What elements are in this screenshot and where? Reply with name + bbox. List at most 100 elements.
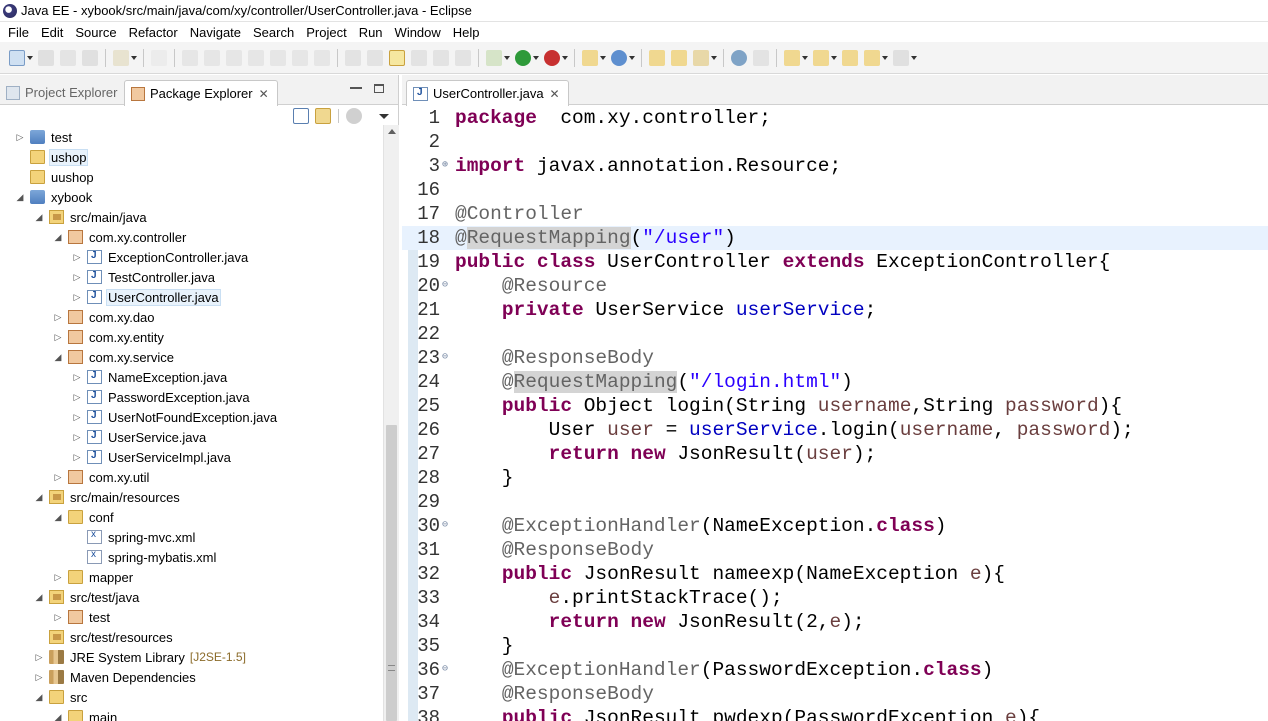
code-line[interactable]: 1 package com.xy.controller; [402,106,1268,130]
close-icon[interactable]: ✕ [550,87,560,101]
code-line[interactable]: 24 @RequestMapping("/login.html") [402,370,1268,394]
scroll-up-icon[interactable] [388,129,396,134]
open-task-icon[interactable] [671,49,687,66]
format-icon[interactable] [345,49,361,66]
code-line[interactable]: 30 ⊖ @ExceptionHandler(NameException.clas… [402,514,1268,538]
code-line[interactable]: 32 public JsonResult nameexp(NameExcepti… [402,562,1268,586]
close-icon[interactable]: ✕ [259,87,269,101]
menu-edit[interactable]: Edit [35,25,69,40]
print-icon[interactable] [82,49,98,66]
open-type-icon[interactable] [367,49,383,66]
tree-item[interactable]: ▷ mapper [52,567,135,587]
external-tools-icon[interactable] [544,49,560,66]
collapsed-twisty-icon[interactable]: ▷ [14,131,26,143]
menu-file[interactable]: File [2,25,35,40]
step-over-icon[interactable] [292,49,308,66]
block-selection-icon[interactable] [433,49,449,66]
previous-annotation-dropdown-icon[interactable] [831,55,837,60]
run-icon[interactable] [515,49,531,66]
menu-refactor[interactable]: Refactor [123,25,184,40]
run-dropdown-icon[interactable] [533,55,539,60]
menu-project[interactable]: Project [300,25,352,40]
search-icon[interactable] [693,49,709,66]
mark-occurrences-icon[interactable] [389,49,405,66]
tree-item[interactable]: ▷ Maven Dependencies [33,667,198,687]
code-line[interactable]: 16 [402,178,1268,202]
brush-dropdown-icon[interactable] [131,55,137,60]
code-line[interactable]: 21 private UserService userService; [402,298,1268,322]
menu-source[interactable]: Source [69,25,122,40]
collapsed-twisty-icon[interactable]: ▷ [71,391,83,403]
tree-item[interactable]: ▷ UserService.java [71,427,208,447]
new-class-icon[interactable] [611,49,627,66]
skip-breakpoints-icon[interactable] [151,49,167,66]
debug-dropdown-icon[interactable] [504,55,510,60]
expanded-twisty-icon[interactable]: ◢ [52,511,64,523]
fold-collapse-icon[interactable]: ⊖ [442,353,451,363]
next-annotation-icon[interactable] [784,49,800,66]
next-annotation-dropdown-icon[interactable] [802,55,808,60]
menu-help[interactable]: Help [447,25,486,40]
tree-item[interactable]: ▷ ExceptionController.java [71,247,250,267]
code-line[interactable]: 3 ⊕ import javax.annotation.Resource; [402,154,1268,178]
tree-item[interactable]: ▷ TestController.java [71,267,217,287]
tree-item[interactable]: ◢ src/test/java [33,587,141,607]
new-java-project-icon[interactable] [582,49,598,66]
resume-icon[interactable] [182,49,198,66]
terminate-icon[interactable] [226,49,242,66]
code-line[interactable]: 26 User user = userService.login(usernam… [402,418,1268,442]
collapsed-twisty-icon[interactable]: ▷ [71,371,83,383]
view-menu-icon[interactable] [379,113,389,119]
new-java-project-dropdown-icon[interactable] [600,55,606,60]
tree-item[interactable]: ▷ com.xy.entity [52,327,166,347]
tree-item[interactable]: ▷ test [14,127,74,147]
code-line[interactable]: 28 } [402,466,1268,490]
tree-item[interactable]: ▷ PasswordException.java [71,387,252,407]
collapsed-twisty-icon[interactable]: ▷ [52,611,64,623]
collapsed-twisty-icon[interactable]: ▷ [33,651,45,663]
tab-package-explorer[interactable]: Package Explorer ✕ [124,80,278,106]
code-line[interactable]: 37 @ResponseBody [402,682,1268,706]
code-line[interactable]: 18 @RequestMapping("/user") [402,226,1268,250]
disconnect-icon[interactable] [248,49,264,66]
back-icon[interactable] [864,49,880,66]
code-line[interactable]: 31 @ResponseBody [402,538,1268,562]
fold-collapse-icon[interactable]: ⊖ [442,665,451,675]
collapsed-twisty-icon[interactable]: ▷ [71,451,83,463]
show-whitespace-icon[interactable] [411,49,427,66]
maximize-icon[interactable] [374,84,384,93]
minimize-icon[interactable] [350,87,362,89]
forward-icon[interactable] [893,49,909,66]
code-line[interactable]: 22 [402,322,1268,346]
collapsed-twisty-icon[interactable]: ▷ [52,331,64,343]
tree-item[interactable]: ▷ UserController.java [71,287,221,307]
tree-item[interactable]: ushop [14,147,89,167]
code-line[interactable]: 35 } [402,634,1268,658]
expanded-twisty-icon[interactable]: ◢ [52,711,64,721]
code-line[interactable]: 20 ⊖ @Resource [402,274,1268,298]
link-with-editor-icon[interactable] [315,108,331,124]
expanded-twisty-icon[interactable]: ◢ [33,211,45,223]
step-into-icon[interactable] [270,49,286,66]
menu-window[interactable]: Window [389,25,447,40]
tree-item[interactable]: ◢ com.xy.controller [52,227,188,247]
menu-run[interactable]: Run [353,25,389,40]
code-line[interactable]: 23 ⊖ @ResponseBody [402,346,1268,370]
tree-item[interactable]: ◢ main [52,707,119,721]
tree-item[interactable]: ◢ src [33,687,89,707]
scrollbar-thumb[interactable] [386,425,397,721]
collapsed-twisty-icon[interactable]: ▷ [52,471,64,483]
collapsed-twisty-icon[interactable]: ▷ [52,311,64,323]
save-all-icon[interactable] [60,49,76,66]
code-line[interactable]: 25 public Object login(String username,S… [402,394,1268,418]
focus-task-icon[interactable] [346,108,362,124]
collapsed-twisty-icon[interactable]: ▷ [33,671,45,683]
tree-scrollbar[interactable] [383,125,399,721]
code-line[interactable]: 2 [402,130,1268,154]
step-return-icon[interactable] [314,49,330,66]
tree-item[interactable]: ◢ conf [52,507,116,527]
brush-icon[interactable] [113,49,129,66]
new-dropdown-icon[interactable] [27,55,33,60]
code-line[interactable]: 38 public JsonResult pwdexp(PasswordExce… [402,706,1268,721]
collapsed-twisty-icon[interactable]: ▷ [71,411,83,423]
